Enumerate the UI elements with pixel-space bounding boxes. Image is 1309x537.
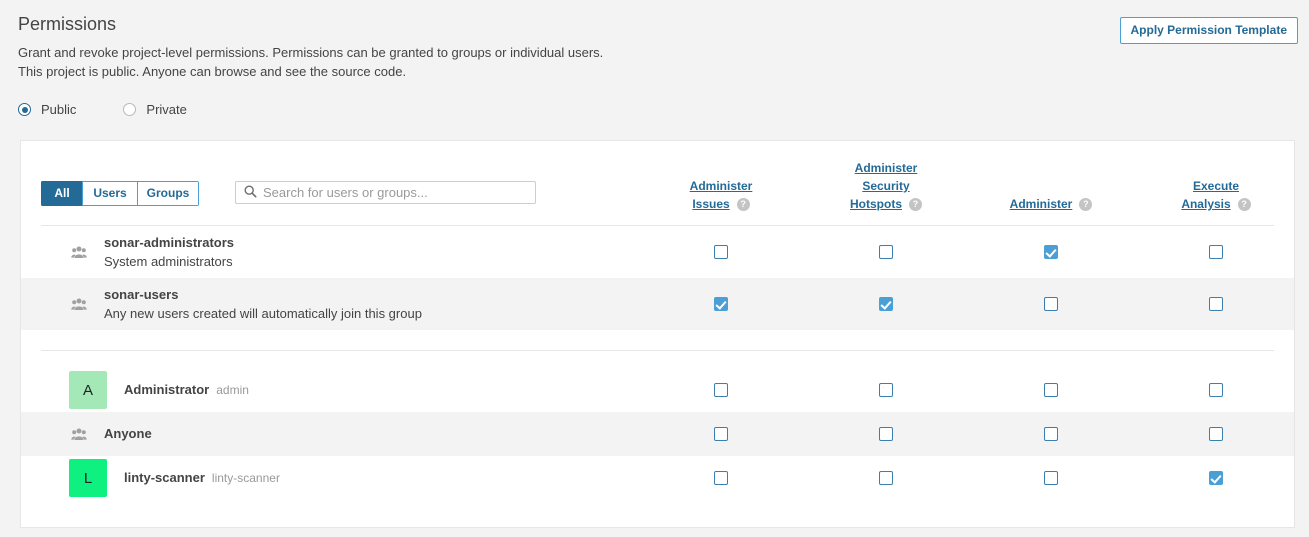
table-row: sonar-users Any new users created will a…	[21, 278, 1294, 330]
help-icon-administer[interactable]: ?	[1079, 197, 1093, 211]
checkbox-execute-analysis[interactable]	[1209, 383, 1223, 397]
permission-cell-administer-security-hotspots	[811, 412, 961, 456]
column-link-execute-analysis-line-2[interactable]: Analysis	[1181, 195, 1230, 213]
radio-private[interactable]	[123, 103, 137, 116]
visibility-private-label: Private	[146, 102, 187, 117]
permission-cell-execute-analysis	[1141, 278, 1291, 330]
permission-cell-execute-analysis	[1141, 226, 1291, 278]
checkbox-administer-issues[interactable]	[714, 383, 728, 397]
permission-cell-administer	[976, 456, 1126, 500]
visibility-public-label: Public	[41, 102, 77, 117]
checkbox-administer[interactable]	[1044, 245, 1058, 259]
checkbox-administer-security-hotspots[interactable]	[879, 245, 893, 259]
checkbox-execute-analysis[interactable]	[1209, 245, 1223, 259]
permissions-panel: All Users Groups Administer Issues	[20, 140, 1295, 528]
checkbox-administer-security-hotspots[interactable]	[879, 383, 893, 397]
permission-cell-administer-security-hotspots	[811, 278, 961, 330]
table-row: L linty-scanner linty-scanner	[21, 456, 1294, 500]
checkbox-administer-security-hotspots[interactable]	[879, 297, 893, 311]
column-header-execute-analysis: Execute Analysis ?	[1141, 141, 1291, 225]
permission-cell-administer-security-hotspots	[811, 456, 961, 500]
permission-cell-execute-analysis	[1141, 368, 1291, 412]
column-link-administer[interactable]: Administer	[1010, 195, 1073, 213]
apply-permission-template-button[interactable]: Apply Permission Template	[1119, 17, 1298, 44]
checkbox-administer-security-hotspots[interactable]	[879, 471, 893, 485]
permission-cells	[21, 456, 1294, 500]
permission-cell-administer-issues	[646, 456, 796, 500]
checkbox-administer-issues[interactable]	[714, 427, 728, 441]
permission-cell-execute-analysis	[1141, 456, 1291, 500]
visibility-option-private[interactable]: Private	[123, 102, 187, 117]
permission-cell-administer	[976, 368, 1126, 412]
permission-cell-administer-security-hotspots	[811, 226, 961, 278]
page-description: Grant and revoke project-level permissio…	[18, 43, 1297, 81]
permission-cell-execute-analysis	[1141, 412, 1291, 456]
permission-cell-administer-issues	[646, 226, 796, 278]
permission-cell-administer-issues	[646, 412, 796, 456]
permission-cell-administer-issues	[646, 278, 796, 330]
column-link-administer-issues-line-2[interactable]: Issues	[692, 195, 729, 213]
permission-cell-administer	[976, 278, 1126, 330]
visibility-radio-group: Public Private	[18, 102, 234, 117]
column-header-administer-issues: Administer Issues ?	[646, 141, 796, 225]
column-header-administer-security-hotspots: Administer Security Hotspots ?	[811, 141, 961, 225]
permission-cell-administer-issues	[646, 368, 796, 412]
checkbox-execute-analysis[interactable]	[1209, 297, 1223, 311]
permission-column-headers: Administer Issues ? Administer Security …	[21, 141, 1294, 225]
checkbox-execute-analysis[interactable]	[1209, 427, 1223, 441]
column-link-security-hotspots-line-2[interactable]: Security	[862, 177, 909, 195]
checkbox-execute-analysis[interactable]	[1209, 471, 1223, 485]
help-icon-execute-analysis[interactable]: ?	[1237, 197, 1251, 211]
help-icon-administer-issues[interactable]: ?	[736, 197, 750, 211]
checkbox-administer[interactable]	[1044, 471, 1058, 485]
checkbox-administer-issues[interactable]	[714, 245, 728, 259]
checkbox-administer-issues[interactable]	[714, 297, 728, 311]
permission-cell-administer-security-hotspots	[811, 368, 961, 412]
checkbox-administer-security-hotspots[interactable]	[879, 427, 893, 441]
column-link-security-hotspots-line-1[interactable]: Administer	[855, 159, 918, 177]
permission-cell-administer	[976, 412, 1126, 456]
column-link-execute-analysis-line-1[interactable]: Execute	[1193, 177, 1239, 195]
column-header-administer: Administer ?	[976, 141, 1126, 225]
column-link-security-hotspots-line-3[interactable]: Hotspots	[850, 195, 902, 213]
checkbox-administer[interactable]	[1044, 427, 1058, 441]
checkbox-administer-issues[interactable]	[714, 471, 728, 485]
permission-cell-administer	[976, 226, 1126, 278]
panel-toolbar: All Users Groups Administer Issues	[21, 141, 1294, 225]
page-header: Permissions Grant and revoke project-lev…	[18, 14, 1297, 81]
page-title: Permissions	[18, 14, 117, 34]
permission-cells	[21, 226, 1294, 278]
table-row: sonar-administrators System administrato…	[21, 226, 1294, 278]
visibility-option-public[interactable]: Public	[18, 102, 76, 117]
permission-cells	[21, 368, 1294, 412]
page-description-line-1: Grant and revoke project-level permissio…	[18, 45, 604, 60]
checkbox-administer[interactable]	[1044, 383, 1058, 397]
column-link-administer-issues-line-1[interactable]: Administer	[690, 177, 753, 195]
page-description-line-2: This project is public. Anyone can brows…	[18, 64, 407, 79]
radio-public[interactable]	[18, 103, 31, 116]
help-icon-administer-security-hotspots[interactable]: ?	[909, 197, 922, 211]
table-row: A Administrator admin	[21, 368, 1294, 412]
permissions-page: Permissions Grant and revoke project-lev…	[0, 0, 1309, 537]
permission-cells	[21, 278, 1294, 330]
permission-cells	[21, 412, 1294, 456]
checkbox-administer[interactable]	[1044, 297, 1058, 311]
table-row: Anyone	[21, 412, 1294, 456]
